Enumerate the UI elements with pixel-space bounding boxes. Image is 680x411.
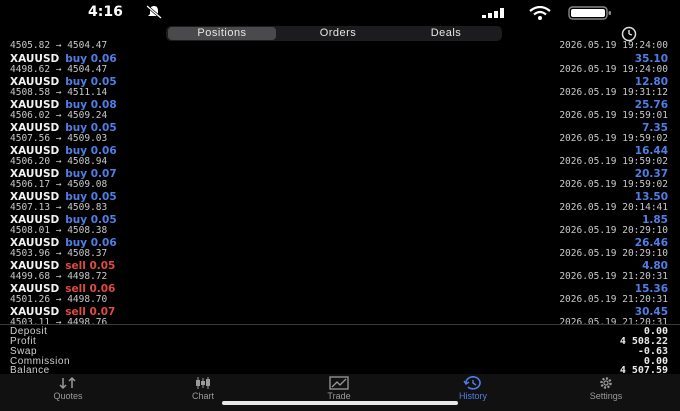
- list-item[interactable]: XAUUSD buy 0.06 16.44 4506.20 → 4508.94 2…: [0, 145, 680, 168]
- list-item[interactable]: XAUUSD buy 0.07 20.37 4506.17 → 4509.08 2…: [0, 168, 680, 191]
- cellular-signal-icon: [482, 8, 504, 18]
- summary-row-swap: Swap -0.63: [0, 346, 680, 357]
- deal-datetime: 2026.05.19 19:31:12: [559, 87, 668, 98]
- deal-datetime: 2026.05.19 20:14:41: [559, 202, 668, 213]
- list-item[interactable]: XAUUSD buy 0.06 26.46 4503.96 → 4508.37 2…: [0, 237, 680, 260]
- deal-datetime: 2026.05.19 19:24:00: [559, 64, 668, 75]
- list-item[interactable]: 4505.82 → 4504.47 2026.05.19 19:24:00: [0, 40, 680, 51]
- tab-settings[interactable]: Settings: [566, 376, 646, 401]
- tab-label: Chart: [191, 391, 214, 401]
- deal-prices: 4505.82 → 4504.47: [10, 40, 108, 51]
- wifi-icon: [529, 6, 551, 20]
- history-icon: [463, 376, 481, 390]
- deal-prices: 4507.56 → 4509.03: [10, 133, 108, 144]
- tab-trade[interactable]: Trade: [299, 376, 379, 401]
- deal-prices: 4506.17 → 4509.08: [10, 179, 108, 190]
- deal-prices: 4498.62 → 4504.47: [10, 64, 108, 75]
- deal-prices: 4506.20 → 4508.94: [10, 156, 108, 167]
- tab-positions[interactable]: Positions: [168, 27, 276, 40]
- segmented-control: Positions Orders Deals: [166, 26, 502, 41]
- list-item[interactable]: XAUUSD buy 0.05 7.35 4507.56 → 4509.03 20…: [0, 122, 680, 145]
- deal-datetime: 2026.05.19 19:59:01: [559, 110, 668, 121]
- list-item[interactable]: XAUUSD sell 0.06 15.36 4501.26 → 4498.70 …: [0, 283, 680, 306]
- tab-label: History: [458, 391, 487, 401]
- list-item[interactable]: XAUUSD buy 0.05 12.80 4508.58 → 4511.14 2…: [0, 76, 680, 99]
- tab-orders[interactable]: Orders: [284, 26, 392, 41]
- home-indicator: [222, 401, 458, 405]
- deal-prices: 4501.26 → 4498.70: [10, 294, 108, 305]
- deal-datetime: 2026.05.19 19:59:02: [559, 133, 668, 144]
- deal-datetime: 2026.05.19 20:29:10: [559, 248, 668, 259]
- deal-prices: 4503.96 → 4508.37: [10, 248, 108, 259]
- deal-prices: 4499.68 → 4498.72: [10, 271, 108, 282]
- tab-bar: Quotes Chart Trade History Settings: [0, 374, 680, 411]
- status-bar: 4:16: [0, 0, 680, 26]
- tab-history[interactable]: History: [433, 376, 513, 401]
- deal-datetime: 2026.05.19 21:20:31: [559, 294, 668, 305]
- deal-prices: 4506.02 → 4509.24: [10, 110, 108, 121]
- settings-icon: [600, 377, 612, 389]
- tab-quotes[interactable]: Quotes: [28, 376, 108, 401]
- quotes-icon: [59, 376, 76, 390]
- deal-prices: 4507.13 → 4509.83: [10, 202, 108, 213]
- tab-deals[interactable]: Deals: [392, 26, 500, 41]
- list-item[interactable]: XAUUSD buy 0.05 1.85 4508.01 → 4508.38 20…: [0, 214, 680, 237]
- chart-icon: [196, 377, 210, 389]
- summary-row-profit: Profit 4 508.22: [0, 336, 680, 347]
- deal-prices: 4508.58 → 4511.14: [10, 87, 108, 98]
- summary-divider: [0, 324, 680, 325]
- tab-label: Quotes: [53, 391, 83, 401]
- deal-prices: 4508.01 → 4508.38: [10, 225, 108, 236]
- tab-chart[interactable]: Chart: [163, 376, 243, 401]
- trade-icon: [329, 376, 349, 390]
- summary-row-deposit: Deposit 0.00: [0, 326, 680, 337]
- list-item[interactable]: XAUUSD buy 0.05 13.50 4507.13 → 4509.83 2…: [0, 191, 680, 214]
- deal-datetime: 2026.05.19 20:29:10: [559, 225, 668, 236]
- list-item[interactable]: XAUUSD sell 0.05 4.80 4499.68 → 4498.72 2…: [0, 260, 680, 283]
- deal-datetime: 2026.05.19 19:59:02: [559, 156, 668, 167]
- battery-icon: [568, 6, 611, 20]
- deal-datetime: 2026.05.19 19:59:02: [559, 179, 668, 190]
- status-time: 4:16: [88, 4, 123, 20]
- list-item[interactable]: XAUUSD buy 0.08 25.76 4506.02 → 4509.24 2…: [0, 99, 680, 122]
- deal-datetime: 2026.05.19 21:20:31: [559, 271, 668, 282]
- deal-datetime: 2026.05.19 19:24:00: [559, 40, 668, 51]
- tab-label: Settings: [589, 391, 623, 401]
- tab-label: Trade: [327, 391, 351, 401]
- bell-slash-icon: [146, 5, 162, 19]
- list-item[interactable]: XAUUSD buy 0.06 35.10 4498.62 → 4504.47 2…: [0, 53, 680, 76]
